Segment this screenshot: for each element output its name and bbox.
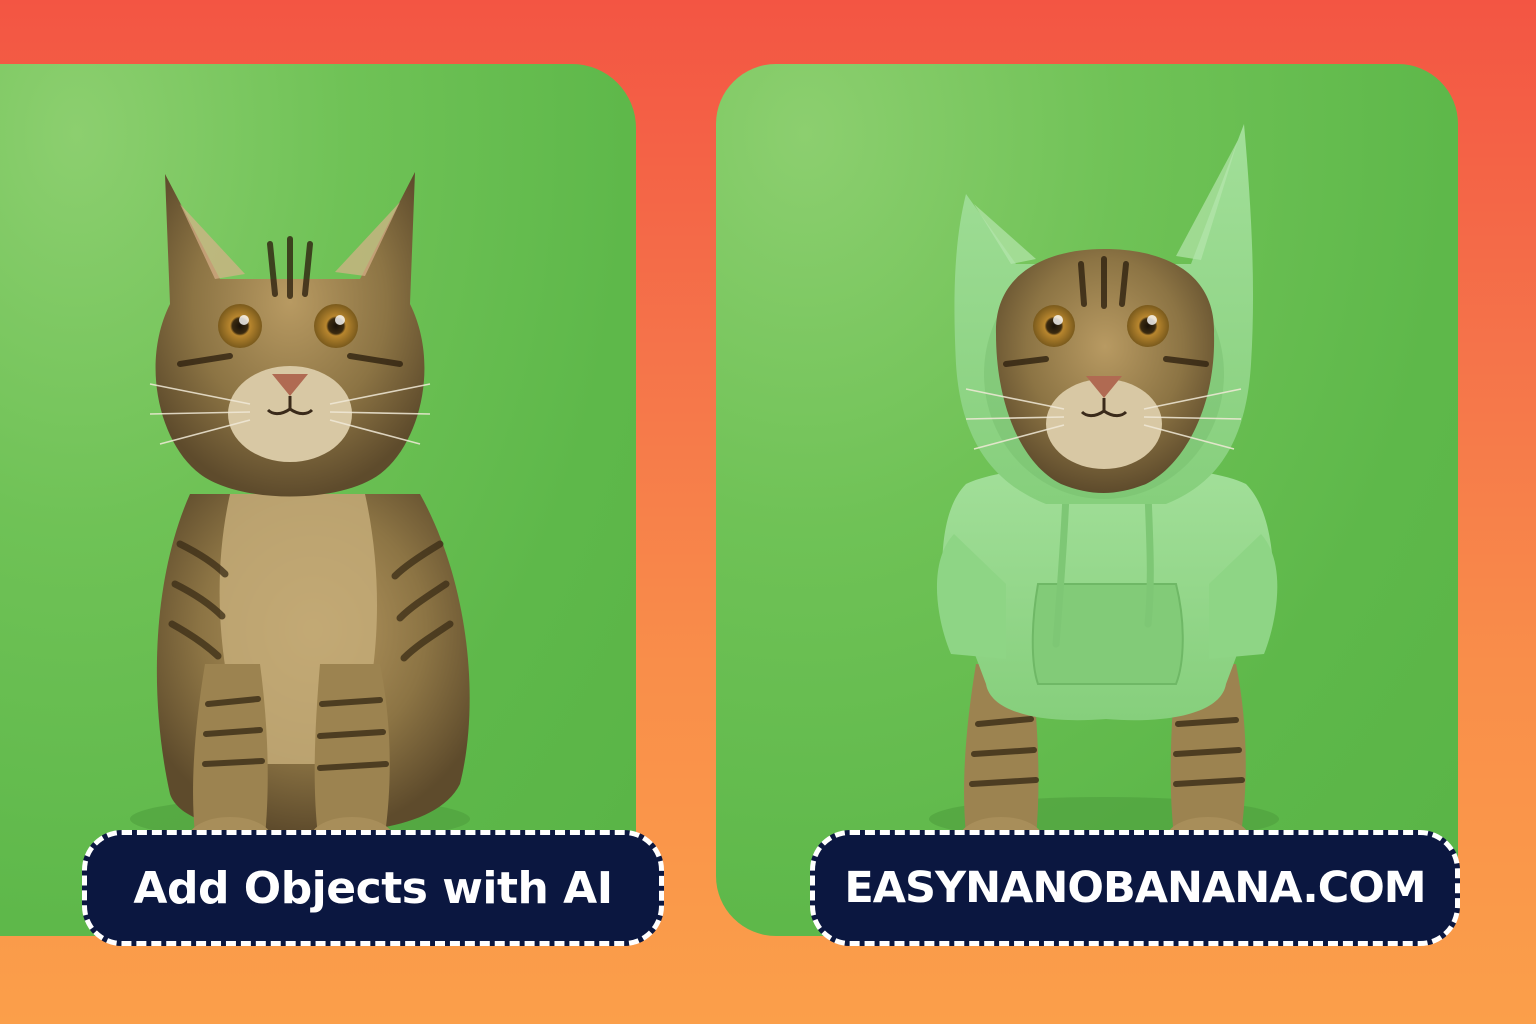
before-image-panel (0, 64, 636, 936)
kitten-illustration (130, 172, 470, 861)
feature-caption: Add Objects with AI (82, 830, 664, 946)
website-caption: EASYNANOBANANA.COM (810, 830, 1460, 946)
canvas: Add Objects with AI EASYNANOBANANA.COM (0, 0, 1536, 1024)
after-image-panel (716, 64, 1458, 936)
kitten-hoodie-illustration (929, 124, 1279, 861)
